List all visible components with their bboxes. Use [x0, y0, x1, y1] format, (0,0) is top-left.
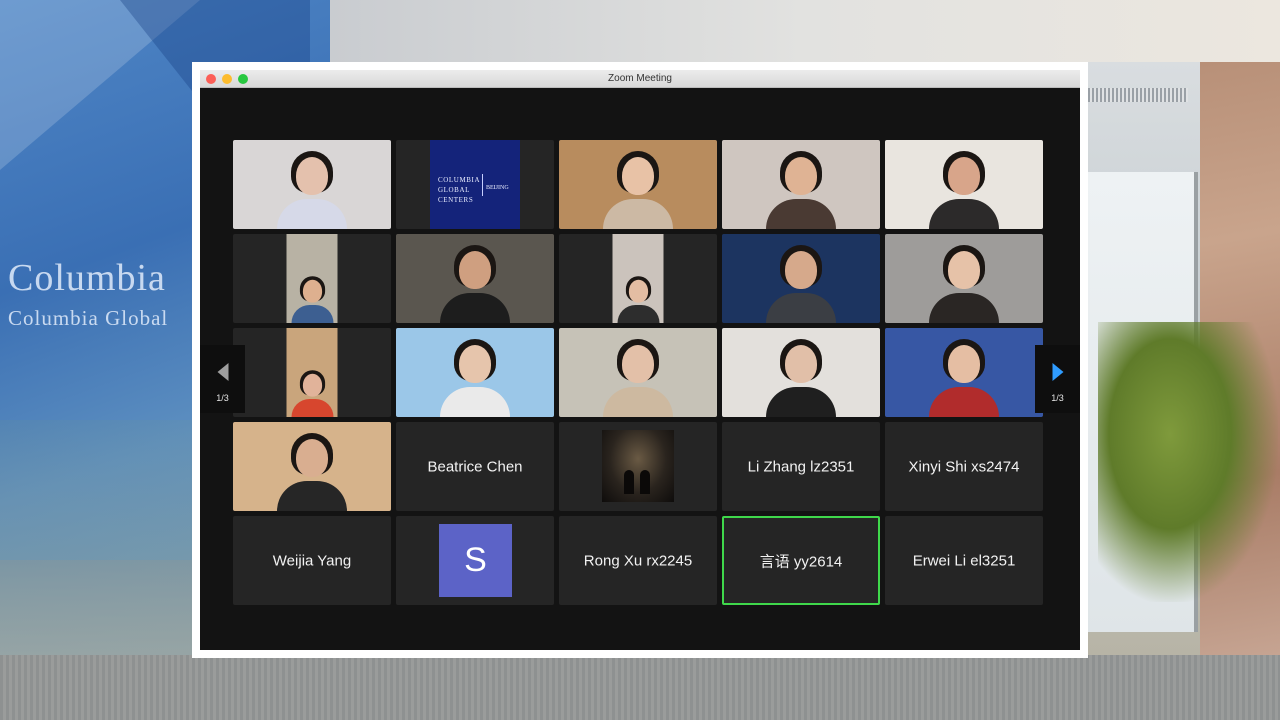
- participant-silhouette: [599, 339, 677, 417]
- participant-avatar: S: [439, 524, 512, 597]
- participant-silhouette: [289, 276, 336, 323]
- logo-text-line: Columbia: [438, 176, 481, 184]
- logo-text-line: Centers: [438, 196, 474, 204]
- page-indicator-left: 1/3: [216, 393, 229, 403]
- participant-tile[interactable]: [885, 234, 1043, 323]
- next-page-button[interactable]: 1/3: [1035, 345, 1080, 413]
- participant-name: Rong Xu rx2245: [583, 552, 693, 569]
- participant-video: [233, 140, 391, 229]
- page-indicator-right: 1/3: [1051, 393, 1064, 403]
- participant-tile[interactable]: 言语 yy2614: [722, 516, 880, 605]
- participant-video: [396, 234, 554, 323]
- participant-tile[interactable]: Erwei Li el3251: [885, 516, 1043, 605]
- logo-city-text: Beijing: [486, 185, 509, 191]
- participant-tile[interactable]: [885, 328, 1043, 417]
- title-bar[interactable]: Zoom Meeting: [200, 70, 1080, 88]
- participant-video: [396, 328, 554, 417]
- chevron-left-icon: [217, 363, 228, 381]
- participant-silhouette: [436, 245, 514, 323]
- zoom-window: Zoom Meeting Columbia Global Centers Beijin…: [200, 70, 1080, 650]
- chevron-right-icon: [1052, 363, 1063, 381]
- participant-tile[interactable]: [233, 234, 391, 323]
- participant-video: [559, 328, 717, 417]
- participant-silhouette: [273, 151, 351, 229]
- participant-tile[interactable]: [722, 140, 880, 229]
- participant-tile[interactable]: [233, 140, 391, 229]
- participant-silhouette: [273, 433, 351, 511]
- gallery-grid: Columbia Global Centers Beijing Beatrice Che…: [233, 140, 1043, 605]
- participant-tile[interactable]: [396, 328, 554, 417]
- wall-sign-columbia: Columbia: [8, 257, 166, 299]
- participant-video: [885, 140, 1043, 229]
- logo-text-line: Global: [438, 186, 470, 194]
- participant-tile[interactable]: [559, 234, 717, 323]
- participant-tile[interactable]: [396, 234, 554, 323]
- participant-video: [612, 234, 664, 323]
- participant-name: Weijia Yang: [272, 552, 352, 569]
- participant-tile[interactable]: Beatrice Chen: [396, 422, 554, 511]
- columbia-global-centers-logo: Columbia Global Centers Beijing: [430, 140, 520, 229]
- profile-picture: [602, 430, 674, 502]
- ceiling: [330, 0, 1280, 62]
- participant-silhouette: [762, 339, 840, 417]
- participant-tile[interactable]: [722, 234, 880, 323]
- participant-silhouette: [436, 339, 514, 417]
- participant-silhouette: [762, 245, 840, 323]
- participant-tile[interactable]: Columbia Global Centers Beijing: [396, 140, 554, 229]
- participant-tile[interactable]: [233, 328, 391, 417]
- participant-tile[interactable]: Xinyi Shi xs2474: [885, 422, 1043, 511]
- participant-silhouette: [289, 370, 336, 417]
- participant-tile[interactable]: Li Zhang lz2351: [722, 422, 880, 511]
- participant-video: [286, 328, 338, 417]
- participant-silhouette: [615, 276, 662, 323]
- participant-name: Beatrice Chen: [427, 458, 523, 475]
- participant-tile[interactable]: [233, 422, 391, 511]
- previous-page-button[interactable]: 1/3: [200, 345, 245, 413]
- participant-video: [559, 140, 717, 229]
- participant-tile[interactable]: [559, 328, 717, 417]
- participant-tile[interactable]: [559, 422, 717, 511]
- carpet-floor: [0, 655, 1280, 720]
- participant-video: [722, 234, 880, 323]
- office-window-plant-photo: [1088, 62, 1280, 655]
- participant-video: [233, 422, 391, 511]
- participant-silhouette: [762, 151, 840, 229]
- participant-tile[interactable]: Rong Xu rx2245: [559, 516, 717, 605]
- participant-tile[interactable]: S: [396, 516, 554, 605]
- participant-tile[interactable]: [722, 328, 880, 417]
- participant-name: Xinyi Shi xs2474: [908, 458, 1020, 475]
- participant-video: [885, 234, 1043, 323]
- participant-name: Erwei Li el3251: [912, 552, 1016, 569]
- window-title: Zoom Meeting: [608, 73, 672, 84]
- participant-silhouette: [925, 245, 1003, 323]
- participant-tile[interactable]: [885, 140, 1043, 229]
- participant-name: Li Zhang lz2351: [747, 458, 855, 475]
- participant-silhouette: [599, 151, 677, 229]
- participant-video: [722, 140, 880, 229]
- participant-video: [885, 328, 1043, 417]
- participant-tile[interactable]: Weijia Yang: [233, 516, 391, 605]
- screen-frame: Zoom Meeting Columbia Global Centers Beijin…: [192, 62, 1088, 658]
- participant-tile[interactable]: [559, 140, 717, 229]
- participant-video: [286, 234, 338, 323]
- participant-video: [722, 328, 880, 417]
- wall-sign-columbia-global: Columbia Global: [8, 306, 169, 330]
- participant-name: 言语 yy2614: [759, 553, 843, 570]
- participant-silhouette: [925, 339, 1003, 417]
- participant-silhouette: [925, 151, 1003, 229]
